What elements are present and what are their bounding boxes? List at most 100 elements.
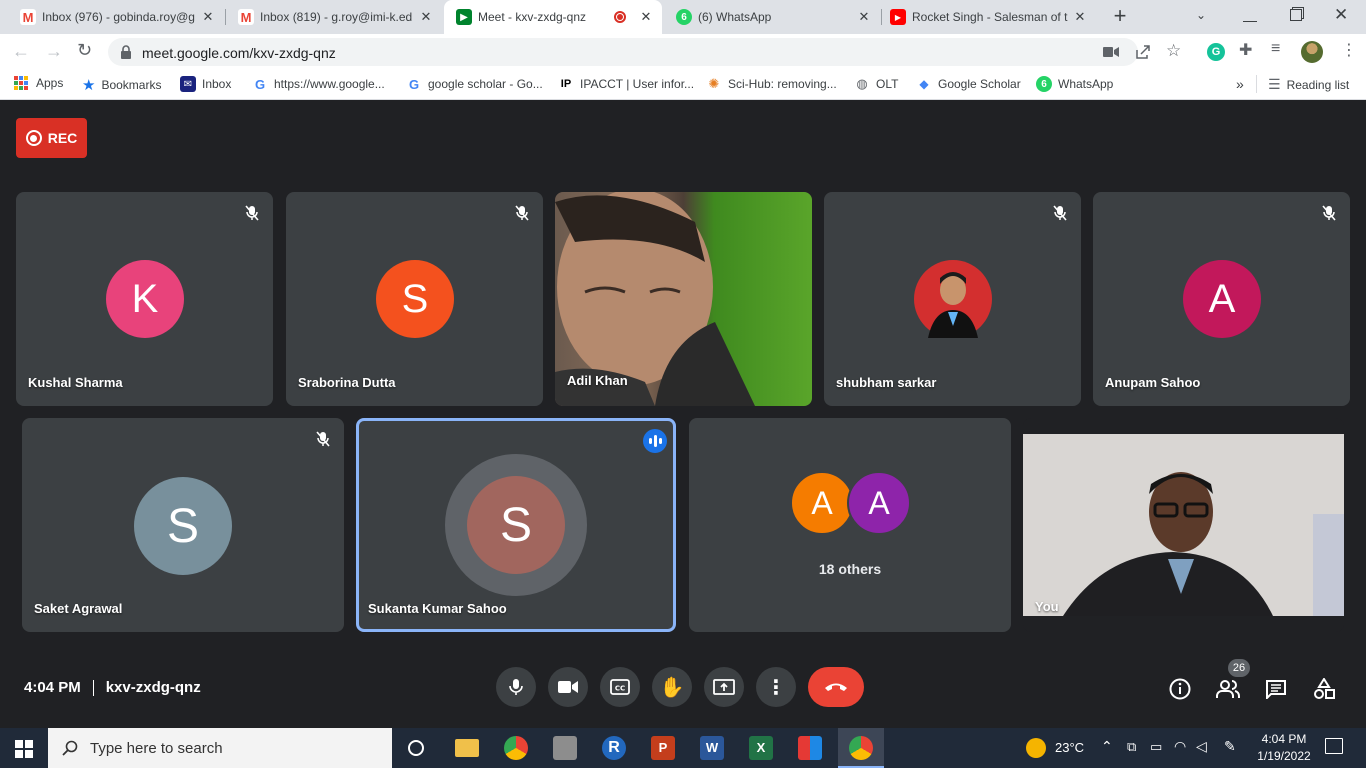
- participant-tile-sukanta-kumar-sahoo[interactable]: S Sukanta Kumar Sahoo: [356, 418, 676, 632]
- recording-badge[interactable]: REC: [16, 118, 87, 158]
- wifi-icon[interactable]: ◠: [1174, 738, 1186, 755]
- window-close-icon[interactable]: ✕: [1334, 5, 1348, 25]
- notification-center-icon[interactable]: [1325, 738, 1343, 754]
- grammarly-extension-icon[interactable]: G: [1207, 43, 1225, 61]
- participant-tile-anupam-sahoo[interactable]: A Anupam Sahoo: [1093, 192, 1350, 406]
- extensions-icon[interactable]: ✚: [1239, 40, 1252, 60]
- bookmark-olt[interactable]: ◍ OLT: [854, 76, 898, 92]
- self-tile[interactable]: You: [1023, 418, 1344, 632]
- participant-tile-kushal-sharma[interactable]: K Kushal Sharma: [16, 192, 273, 406]
- taskbar-search-box[interactable]: Type here to search: [48, 728, 392, 768]
- camera-in-use-icon[interactable]: [1103, 46, 1119, 58]
- tab-inbox-gobinda[interactable]: M Inbox (976) - gobinda.roy@g ✕: [8, 0, 224, 34]
- media-app-icon[interactable]: [798, 736, 822, 760]
- system-clock[interactable]: 4:04 PM 1/19/2022: [1252, 731, 1316, 765]
- present-screen-button[interactable]: [704, 667, 744, 707]
- chrome-menu-icon[interactable]: ⋮: [1341, 40, 1357, 60]
- participant-name: Anupam Sahoo: [1105, 375, 1201, 390]
- bookmark-inbox[interactable]: ✉ Inbox: [180, 76, 231, 92]
- windows-start-icon[interactable]: [15, 740, 33, 758]
- r-app-icon[interactable]: R: [602, 736, 626, 760]
- chrome-taskbar-icon[interactable]: [504, 736, 528, 760]
- bookmark-scihub[interactable]: ✺ Sci-Hub: removing...: [706, 76, 837, 92]
- scholar-icon: ◆: [919, 77, 929, 91]
- reload-icon[interactable]: ↻: [77, 40, 92, 61]
- meeting-details-button[interactable]: [1166, 675, 1194, 703]
- more-bookmarks-icon[interactable]: »: [1236, 76, 1244, 92]
- more-options-button[interactable]: ⋮: [756, 667, 796, 707]
- chat-button[interactable]: [1262, 675, 1290, 703]
- camera-button[interactable]: [548, 667, 588, 707]
- excel-icon[interactable]: X: [749, 736, 773, 760]
- bookmark-google-scholar[interactable]: ◆ Google Scholar: [916, 76, 1020, 92]
- profile-avatar[interactable]: [1301, 41, 1323, 63]
- close-icon[interactable]: ✕: [638, 9, 654, 25]
- close-icon[interactable]: ✕: [418, 9, 434, 25]
- media-control-icon[interactable]: ≡: [1271, 40, 1280, 58]
- raise-hand-button[interactable]: ✋: [652, 667, 692, 707]
- tab-search-icon[interactable]: ⌄: [1196, 8, 1206, 22]
- share-icon[interactable]: [1135, 45, 1151, 59]
- temperature[interactable]: 23°C: [1055, 740, 1084, 755]
- restore-icon[interactable]: [1290, 9, 1302, 21]
- bookmark-bookmarks[interactable]: ★ Bookmarks: [82, 76, 161, 94]
- windows-taskbar: Type here to search R P W X 23°C ⌃ ⧉ ▭ ◠…: [0, 728, 1366, 768]
- close-icon[interactable]: ✕: [1072, 9, 1088, 25]
- leave-call-button[interactable]: [808, 667, 864, 707]
- more-vert-icon: ⋮: [766, 676, 786, 699]
- participant-tile-shubham-sarkar[interactable]: shubham sarkar: [824, 192, 1081, 406]
- weather-icon[interactable]: [1026, 738, 1046, 758]
- bookmark-star-icon[interactable]: ☆: [1166, 41, 1181, 61]
- new-tab-icon[interactable]: +: [1110, 5, 1130, 27]
- cortana-icon[interactable]: [408, 740, 424, 756]
- bookmark-apps[interactable]: Apps: [14, 76, 63, 90]
- participant-tile-adil-khan[interactable]: Adil Khan: [555, 192, 812, 406]
- battery-icon[interactable]: ▭: [1150, 739, 1162, 755]
- device-icon[interactable]: ⧉: [1127, 739, 1136, 755]
- show-hidden-icons-icon[interactable]: ⌃: [1101, 738, 1113, 755]
- mic-off-icon: [1053, 205, 1067, 221]
- participant-tile-saket-agrawal[interactable]: S Saket Agrawal: [22, 418, 344, 632]
- back-icon[interactable]: ←: [12, 41, 30, 62]
- bookmark-ipacct[interactable]: IP IPACCT | User infor...: [558, 76, 694, 92]
- mic-off-icon: [1322, 205, 1336, 221]
- app-taskbar-icon[interactable]: [553, 736, 577, 760]
- address-bar[interactable]: meet.google.com/kxv-zxdg-qnz ☆: [108, 38, 1181, 66]
- mic-off-icon: [316, 431, 330, 447]
- bookmark-whatsapp[interactable]: 6 WhatsApp: [1036, 76, 1113, 92]
- apps-grid-icon: [14, 76, 28, 90]
- close-icon[interactable]: ✕: [200, 9, 216, 25]
- tab-inbox-groy[interactable]: M Inbox (819) - g.roy@imi-k.ed ✕: [226, 0, 442, 34]
- participant-tile-sraborina-dutta[interactable]: S Sraborina Dutta: [286, 192, 543, 406]
- minimize-icon[interactable]: [1243, 6, 1257, 22]
- active-chrome-taskbar-button[interactable]: [838, 728, 884, 768]
- bookmark-google-scholar-search[interactable]: G google scholar - Go...: [406, 76, 543, 92]
- others-tile[interactable]: A A 18 others: [689, 418, 1011, 632]
- divider: [92, 679, 94, 696]
- gmail-icon: M: [238, 9, 254, 25]
- powerpoint-icon[interactable]: P: [651, 736, 675, 760]
- participants-button[interactable]: [1214, 675, 1242, 703]
- bookmark-label: Sci-Hub: removing...: [728, 77, 837, 91]
- chrome-icon: [849, 736, 873, 760]
- tab-whatsapp[interactable]: 6 (6) WhatsApp ✕: [664, 0, 880, 34]
- tab-title: Inbox (976) - gobinda.roy@g: [42, 10, 195, 24]
- word-icon[interactable]: W: [700, 736, 724, 760]
- rec-label: REC: [47, 130, 78, 146]
- activities-button[interactable]: [1310, 675, 1338, 703]
- scihub-icon: ✺: [708, 76, 720, 91]
- bookmark-google[interactable]: G https://www.google...: [252, 76, 385, 92]
- tab-meet[interactable]: ▶ Meet - kxv-zxdg-qnz ✕: [444, 0, 662, 34]
- close-icon[interactable]: ✕: [856, 9, 872, 25]
- volume-icon[interactable]: ◁: [1196, 738, 1207, 755]
- reading-list-button[interactable]: ☰ Reading list: [1268, 76, 1349, 93]
- pen-icon[interactable]: ✎: [1224, 738, 1236, 755]
- youtube-icon: ▶: [890, 9, 906, 25]
- forward-icon[interactable]: →: [45, 41, 63, 62]
- captions-button[interactable]: CC: [600, 667, 640, 707]
- people-icon: [1216, 680, 1240, 698]
- tab-youtube[interactable]: ▶ Rocket Singh - Salesman of t ✕: [882, 0, 1096, 34]
- participant-name: Sukanta Kumar Sahoo: [368, 601, 507, 616]
- file-explorer-icon[interactable]: [455, 739, 479, 757]
- microphone-button[interactable]: [496, 667, 536, 707]
